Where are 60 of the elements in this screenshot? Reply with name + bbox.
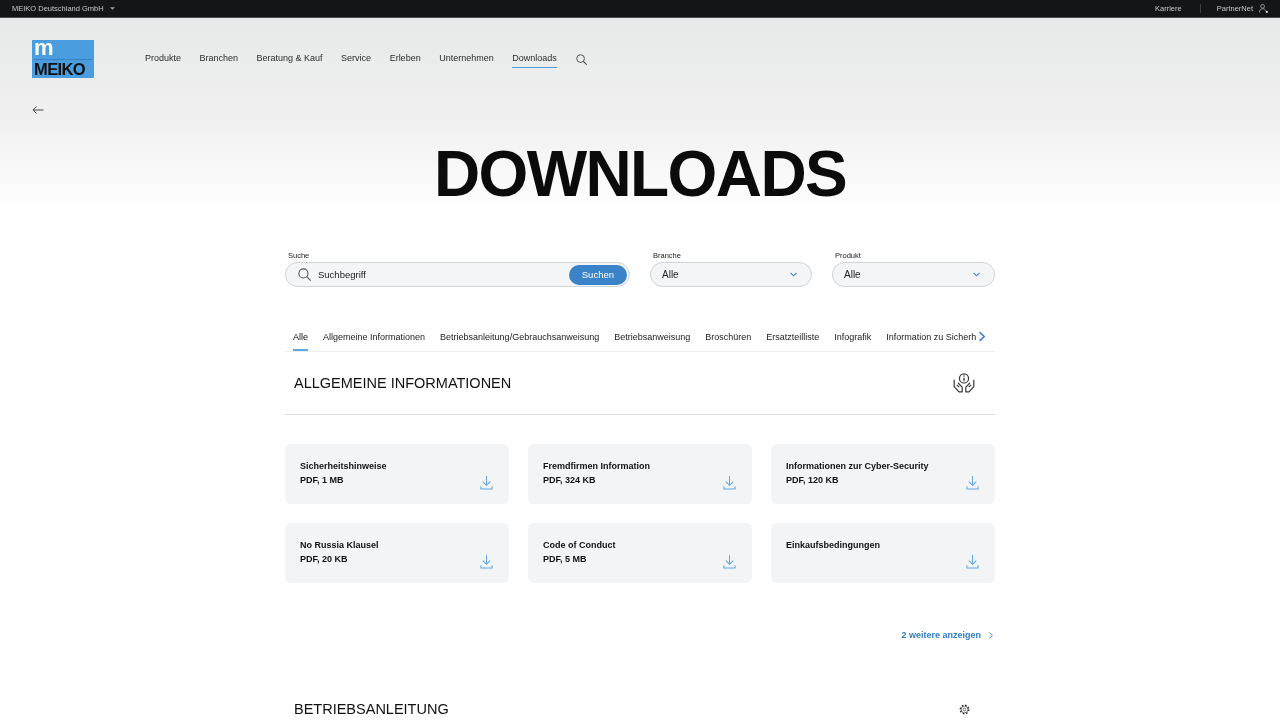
document-card[interactable]: Fremdfirmen Information PDF, 324 KB — [528, 444, 752, 504]
document-card[interactable]: No Russia Klausel PDF, 20 KB — [285, 523, 509, 583]
nav-link[interactable]: Beratung & Kauf — [256, 50, 323, 68]
back-arrow-icon[interactable] — [32, 106, 44, 114]
document-title: Informationen zur Cyber-Security — [786, 460, 929, 472]
category-tab[interactable]: Infografik — [834, 326, 872, 351]
section-heading: ALLGEMEINE INFORMATIONEN — [294, 374, 512, 393]
logo-mark: m — [34, 40, 54, 57]
download-icon[interactable] — [723, 554, 736, 569]
document-card[interactable]: Informationen zur Cyber-Security PDF, 120 KB — [771, 444, 995, 504]
page-title: DOWNLOADS — [432, 142, 848, 206]
nav-link[interactable]: Erleben — [389, 50, 421, 68]
document-details: PDF, 324 KB — [543, 474, 597, 486]
gear-icon — [959, 703, 970, 715]
download-icon[interactable] — [723, 475, 736, 490]
document-card[interactable]: Einkaufsbedingungen — [771, 523, 995, 583]
section-heading: BETRIEBSANLEITUNG — [294, 700, 449, 719]
chevron-down-icon — [973, 272, 980, 277]
chevron-right-icon[interactable] — [979, 330, 986, 342]
show-more-link[interactable]: 2 weitere anzeigen — [901, 629, 993, 641]
chevron-right-icon — [989, 631, 993, 639]
caret-down-icon[interactable] — [109, 7, 115, 10]
document-details: PDF, 120 KB — [786, 474, 840, 486]
nav-link[interactable]: Service — [341, 50, 372, 68]
search-field[interactable]: Suchbegriff Suchen — [285, 262, 630, 287]
category-tab[interactable]: Ersatzteilliste — [766, 326, 820, 351]
nav-link[interactable]: Downloads — [512, 50, 557, 68]
download-icon[interactable] — [966, 554, 979, 569]
document-title: Einkaufsbedingungen — [786, 539, 880, 551]
dropdown[interactable]: Alle — [832, 262, 995, 287]
document-card[interactable]: Sicherheitshinweise PDF, 1 MB — [285, 444, 509, 504]
hands-info-icon — [953, 373, 975, 393]
nav-link[interactable]: Unternehmen — [439, 50, 494, 68]
search-icon — [298, 268, 311, 281]
document-details: PDF, 20 KB — [300, 553, 349, 565]
category-tab[interactable]: Broschüren — [705, 326, 752, 351]
dropdown[interactable]: Alle — [650, 262, 812, 287]
category-tab[interactable]: Allgemeine Informationen — [323, 326, 426, 351]
document-details: PDF, 1 MB — [300, 474, 345, 486]
document-details: PDF, 5 MB — [543, 553, 588, 565]
download-icon[interactable] — [480, 554, 493, 569]
search-icon[interactable] — [576, 53, 588, 65]
search-button[interactable]: Suchen — [568, 264, 627, 285]
document-card[interactable]: Code of Conduct PDF, 5 MB — [528, 523, 752, 583]
category-tab[interactable]: Information zu Sicherh — [886, 326, 977, 351]
chevron-down-icon — [790, 272, 797, 277]
logo-wordmark: MEIKO — [34, 59, 92, 77]
nav-link[interactable]: Branchen — [199, 50, 239, 68]
download-icon[interactable] — [480, 475, 493, 490]
category-tab[interactable]: Betriebsanleitung/Gebrauchsanweisung — [440, 326, 600, 351]
logo[interactable]: m MEIKO — [32, 40, 94, 78]
document-title: No Russia Klausel — [300, 539, 379, 551]
category-tab[interactable]: Betriebsanweisung — [614, 326, 691, 351]
document-title: Sicherheitshinweise — [300, 460, 387, 472]
category-tab[interactable]: Alle — [293, 326, 308, 351]
document-title: Fremdfirmen Information — [543, 460, 650, 472]
document-title: Code of Conduct — [543, 539, 616, 551]
user-icon[interactable] — [1259, 4, 1268, 13]
nav-link[interactable]: Produkte — [145, 50, 182, 68]
download-icon[interactable] — [966, 475, 979, 490]
